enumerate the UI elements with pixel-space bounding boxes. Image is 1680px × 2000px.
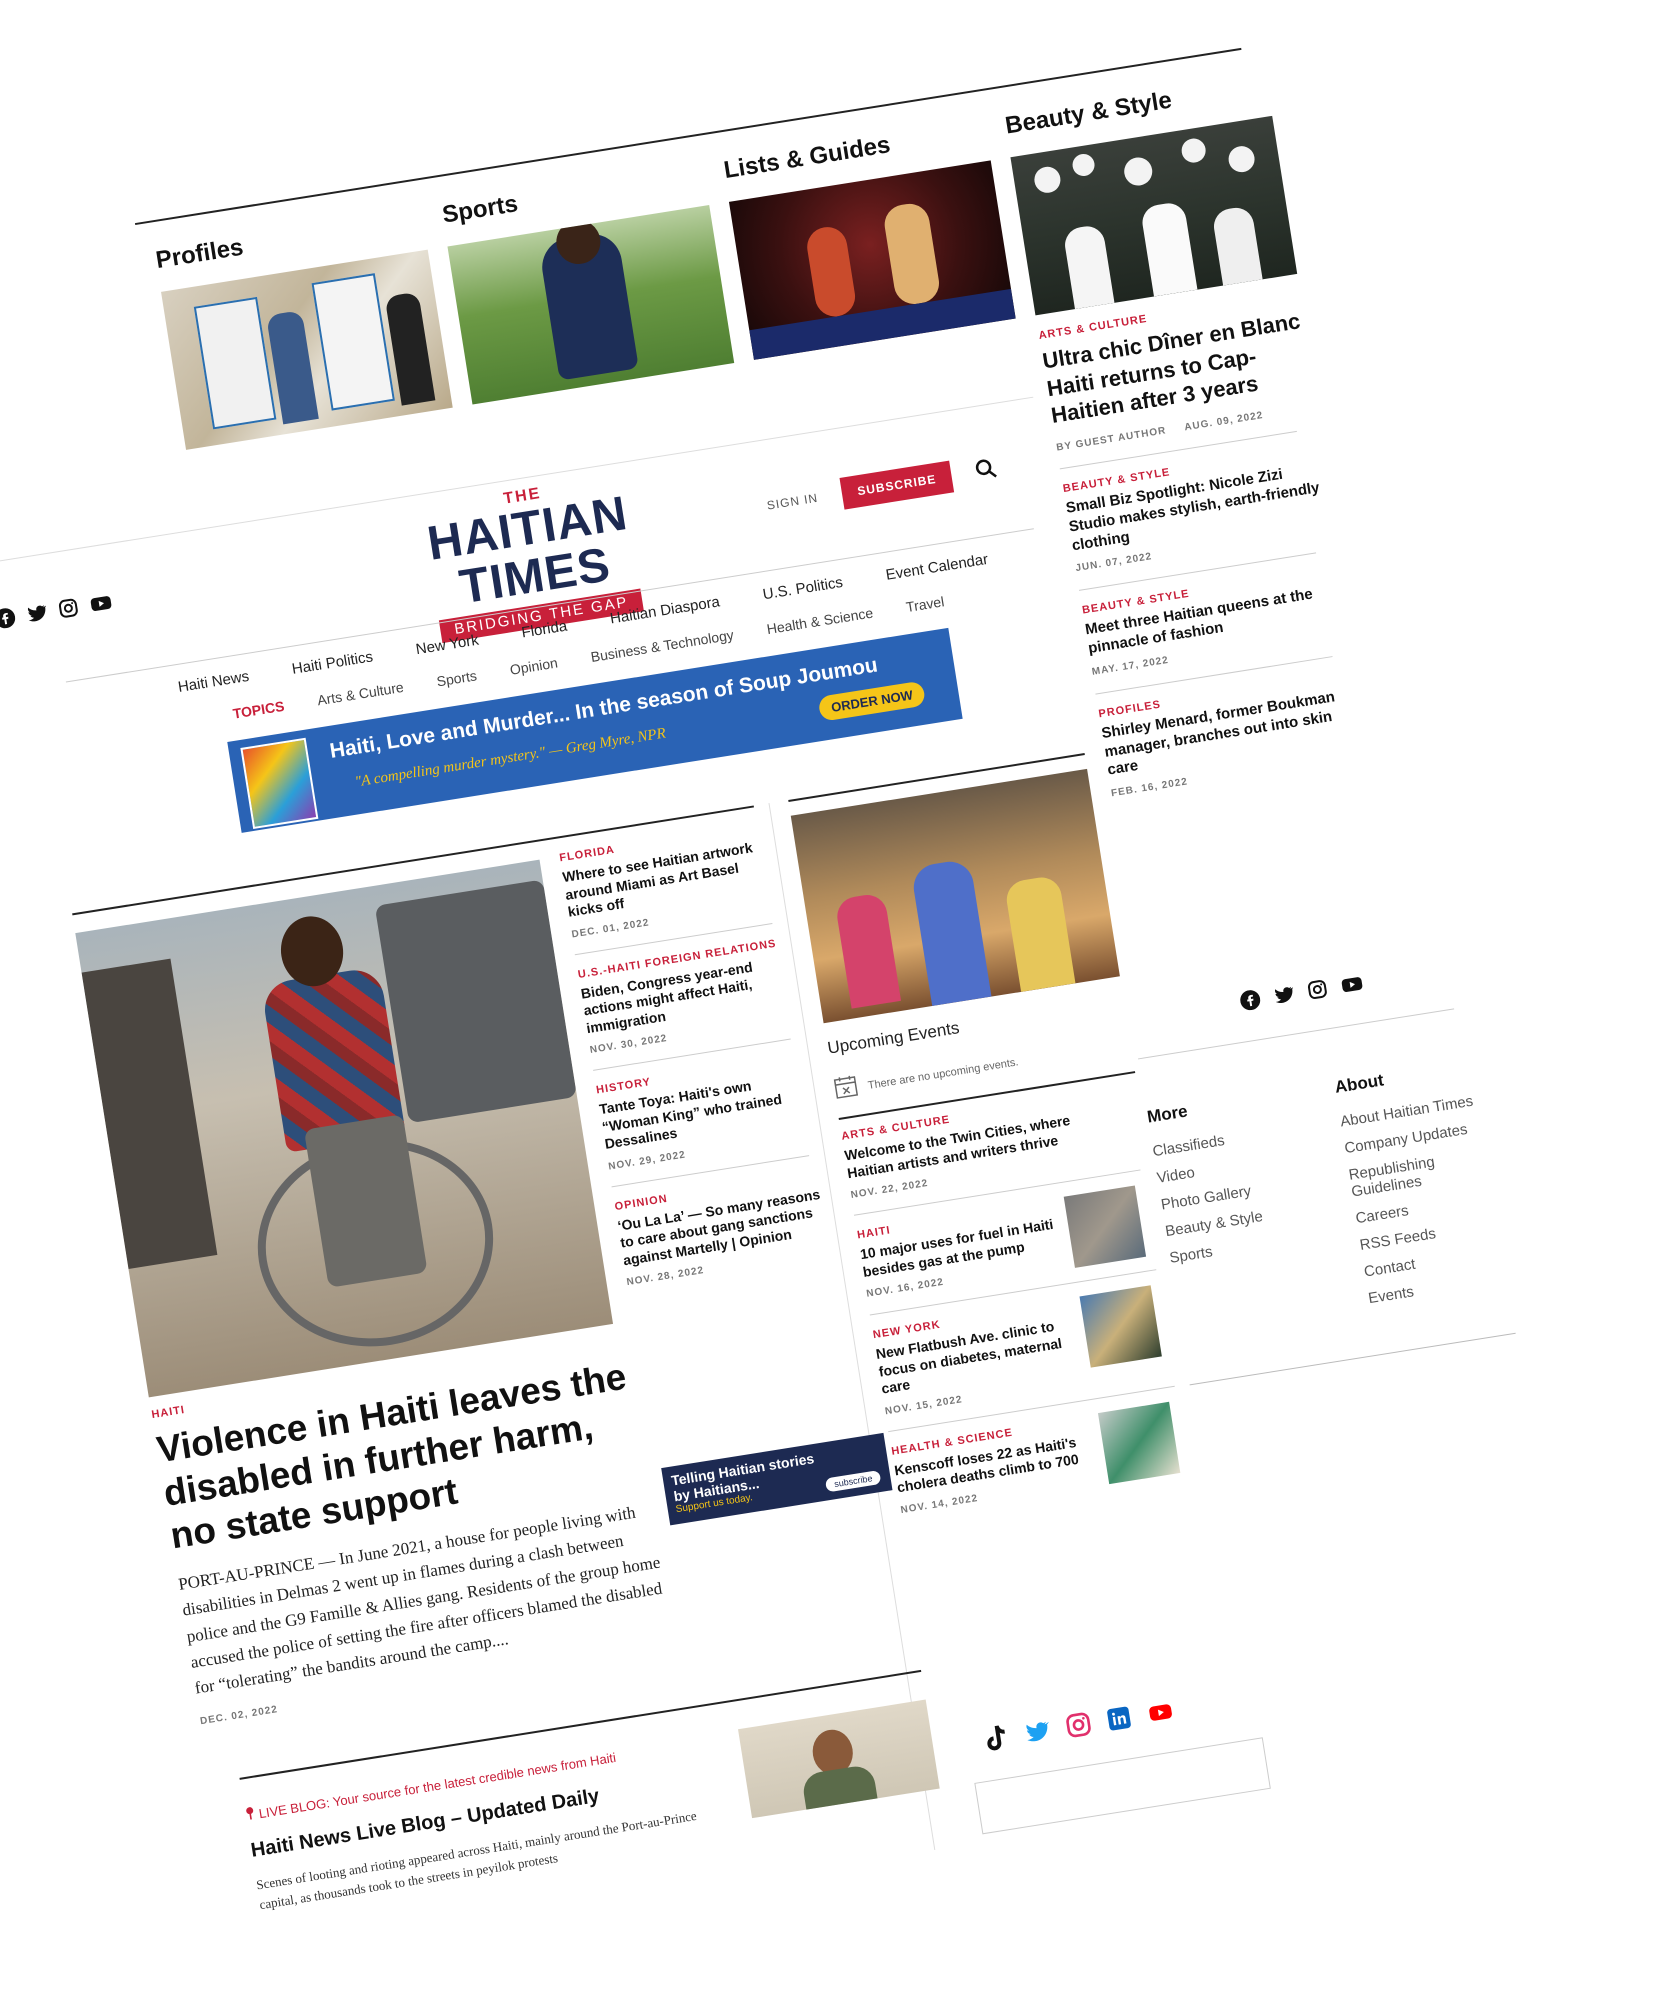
tiktok-icon[interactable] bbox=[981, 1722, 1012, 1759]
topics-label: TOPICS bbox=[231, 697, 286, 722]
category-title-sports[interactable]: Sports bbox=[440, 190, 519, 230]
profiles-image[interactable] bbox=[161, 249, 453, 450]
instagram-icon[interactable] bbox=[1306, 978, 1330, 1006]
category-title-lists-guides[interactable]: Lists & Guides bbox=[722, 131, 892, 185]
middle-story-list: FLORIDA Where to see Haitian artwork aro… bbox=[559, 820, 835, 1288]
footer-social-icons bbox=[981, 1696, 1178, 1759]
lead-story[interactable]: HAITI Violence in Haiti leaves the disab… bbox=[151, 1334, 675, 1727]
nav-item-haiti-news[interactable]: Haiti News bbox=[177, 668, 250, 696]
column-story-list: ARTS & CULTURE Welcome to the Twin Citie… bbox=[841, 1084, 1198, 1517]
youtube-icon[interactable] bbox=[89, 591, 115, 619]
twitter-icon[interactable] bbox=[25, 602, 49, 630]
events-image[interactable] bbox=[790, 768, 1120, 1024]
header-actions: SIGN IN SUBSCRIBE bbox=[764, 453, 999, 521]
middle-item[interactable]: U.S.-HAITI FOREIGN RELATIONS Biden, Cong… bbox=[577, 936, 798, 1056]
ad-order-button[interactable]: ORDER NOW bbox=[817, 680, 927, 722]
pin-icon bbox=[244, 1806, 256, 1823]
feature-author[interactable]: BY GUEST AUTHOR bbox=[1056, 425, 1167, 453]
footer-about-title: About bbox=[1333, 1070, 1385, 1097]
lead-image[interactable] bbox=[75, 859, 614, 1398]
subscribe-button[interactable]: SUBSCRIBE bbox=[839, 460, 955, 510]
nav-item-event-calendar[interactable]: Event Calendar bbox=[885, 551, 990, 584]
sports-image[interactable] bbox=[447, 205, 735, 405]
category-title-beauty-style[interactable]: Beauty & Style bbox=[1003, 87, 1173, 141]
screenshot-stage: Profiles Sports Lists & Guides Beauty & … bbox=[0, 0, 1680, 2000]
column-item[interactable]: HAITI 10 major uses for fuel in Haiti be… bbox=[856, 1183, 1164, 1301]
live-blog[interactable]: LIVE BLOG: Your source for the latest cr… bbox=[244, 1734, 725, 1914]
right-rail-list: BEAUTY & STYLE Small Biz Spotlight: Nico… bbox=[1059, 428, 1369, 799]
calendar-icon bbox=[832, 1073, 860, 1105]
topic-arts-culture[interactable]: Arts & Culture bbox=[316, 679, 405, 708]
twitter-icon[interactable] bbox=[1022, 1718, 1052, 1751]
column-item-thumbnail[interactable] bbox=[1097, 1401, 1181, 1484]
footer-top-social-icons bbox=[1239, 972, 1365, 1016]
column-item-thumbnail[interactable] bbox=[1079, 1285, 1162, 1368]
twitter-icon[interactable] bbox=[1272, 983, 1296, 1011]
nav-item-haiti-politics[interactable]: Haiti Politics bbox=[291, 648, 374, 678]
facebook-icon[interactable] bbox=[0, 607, 17, 635]
footer-more-title: More bbox=[1145, 1101, 1189, 1127]
topic-travel[interactable]: Travel bbox=[905, 593, 945, 615]
instagram-icon[interactable] bbox=[57, 597, 81, 625]
topic-sports[interactable]: Sports bbox=[435, 667, 477, 689]
footer-about: About About Haitian Times Company Update… bbox=[1333, 1053, 1527, 1307]
middle-item[interactable]: OPINION ‘Ou La La’ — So many reasons to … bbox=[614, 1168, 835, 1288]
linkedin-icon[interactable] bbox=[1105, 1705, 1133, 1737]
lists-guides-image[interactable] bbox=[728, 160, 1016, 360]
topic-opinion[interactable]: Opinion bbox=[509, 654, 559, 677]
middle-item[interactable]: FLORIDA Where to see Haitian artwork aro… bbox=[559, 820, 780, 940]
header-social-icons bbox=[0, 586, 146, 634]
topic-business-technology[interactable]: Business & Technology bbox=[590, 627, 735, 665]
footer-more: More Classifieds Video Photo Gallery Bea… bbox=[1145, 1083, 1329, 1266]
category-title-profiles[interactable]: Profiles bbox=[154, 234, 245, 275]
sign-in-link[interactable]: SIGN IN bbox=[766, 491, 819, 513]
youtube-icon[interactable] bbox=[1340, 972, 1366, 1000]
youtube-icon[interactable] bbox=[1145, 1699, 1177, 1730]
page-collage: Profiles Sports Lists & Guides Beauty & … bbox=[0, 0, 1680, 2000]
column-item[interactable]: HEALTH & SCIENCE Kenscoff loses 22 as Ha… bbox=[890, 1399, 1198, 1517]
footer-bottom-line bbox=[1189, 1332, 1516, 1386]
rail-item[interactable]: BEAUTY & STYLE Meet three Haitian queens… bbox=[1081, 564, 1349, 678]
search-icon[interactable] bbox=[974, 456, 1000, 486]
live-blog-image[interactable] bbox=[737, 1699, 940, 1819]
facebook-icon[interactable] bbox=[1239, 989, 1263, 1017]
column-item-thumbnail[interactable] bbox=[1063, 1185, 1147, 1268]
support-promo[interactable]: Telling Haitian stories by Haitians... S… bbox=[661, 1432, 893, 1526]
footer-divider bbox=[1137, 1008, 1455, 1060]
book-cover-image bbox=[240, 737, 319, 830]
column-item[interactable]: NEW YORK New Flatbush Ave. clinic to foc… bbox=[872, 1282, 1182, 1417]
right-rail-feature[interactable]: ARTS & CULTURE Ultra chic Dîner en Blanc… bbox=[1038, 289, 1320, 455]
feature-date: AUG. 09, 2022 bbox=[1183, 409, 1265, 433]
beauty-style-image[interactable] bbox=[1010, 115, 1298, 316]
nav-item-us-politics[interactable]: U.S. Politics bbox=[762, 574, 845, 603]
topic-health-science[interactable]: Health & Science bbox=[766, 605, 875, 638]
instagram-icon[interactable] bbox=[1064, 1710, 1095, 1745]
events-empty-text: There are no upcoming events. bbox=[866, 1055, 1020, 1092]
middle-item[interactable]: HISTORY Tante Toya: Haiti's own “Woman K… bbox=[595, 1052, 816, 1172]
column-item[interactable]: ARTS & CULTURE Welcome to the Twin Citie… bbox=[841, 1084, 1148, 1201]
